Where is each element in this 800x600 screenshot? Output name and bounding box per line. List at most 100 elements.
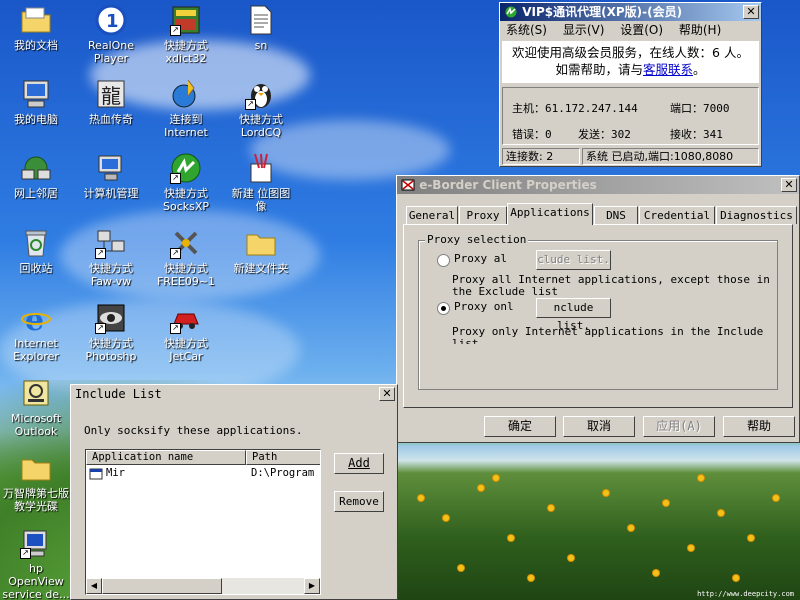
desktop-icon-connect-internet[interactable]: 连接到 Internet: [151, 78, 221, 139]
tab-proxy[interactable]: Proxy: [459, 206, 507, 224]
flower: [773, 495, 779, 501]
vip-window-titlebar[interactable]: VIP$通讯代理(XP版)-(会员) ✕: [500, 3, 761, 21]
include-window-titlebar[interactable]: Include List ✕: [71, 385, 397, 403]
add-button[interactable]: Add: [334, 453, 384, 474]
eborder-window-titlebar[interactable]: e-Border Client Properties ✕: [397, 176, 799, 194]
flower: [568, 555, 574, 561]
desktop-icon-label: 我的电脑: [14, 113, 58, 126]
list-header: Application name Path: [86, 450, 320, 465]
close-icon[interactable]: ✕: [781, 178, 797, 192]
desktop-icon-my-documents[interactable]: 我的文档: [1, 4, 71, 52]
scroll-thumb[interactable]: [102, 578, 222, 594]
tab-diagnostics[interactable]: Diagnostics: [716, 206, 797, 224]
tab-applications[interactable]: Applications: [507, 203, 593, 225]
flower: [663, 500, 669, 506]
shortcut-arrow-icon: ↗: [95, 323, 106, 334]
include-window-title: Include List: [75, 387, 162, 401]
proxy-selection-group: Proxy selection Proxy al clude list. Pro…: [418, 233, 778, 390]
welcome-text: 欢迎使用高级会员服务，在线人数：6 人。 如需帮助，请与: [512, 45, 749, 77]
desktop-icon-magic-cd[interactable]: 万智牌第七版教学光碟: [1, 452, 71, 513]
menu-view[interactable]: 显示(V): [563, 23, 605, 37]
desktop-icon-label: hp OpenView service de...: [2, 562, 70, 600]
column-header-application-name[interactable]: Application name: [86, 450, 246, 465]
desktop-icon-lordcq[interactable]: ↗ 快捷方式 LordCQ: [226, 78, 296, 139]
desktop-icon-label: RealOne Player: [87, 39, 135, 65]
recv-row: 接收：341: [670, 126, 723, 142]
desktop-icon-outlook[interactable]: Microsoft Outlook: [1, 377, 71, 438]
svg-text:龍: 龍: [101, 84, 121, 108]
cancel-button[interactable]: 取消: [563, 416, 635, 437]
radio-proxy-all-label[interactable]: Proxy al: [454, 252, 507, 265]
scroll-left-icon[interactable]: ◀: [86, 578, 102, 594]
radio-proxy-only[interactable]: [437, 302, 450, 315]
desktop-icon-label: sn: [254, 39, 268, 52]
desktop-icon-jetcar[interactable]: ↗ 快捷方式 JetCar: [151, 302, 221, 363]
desktop-icon-my-computer[interactable]: 我的电脑: [1, 78, 71, 126]
desktop-icon-new-folder[interactable]: 新建文件夹: [226, 227, 296, 275]
desktop-icon-sn[interactable]: sn: [226, 4, 296, 52]
desktop-icon-socksxp[interactable]: ↗ 快捷方式 SocksXP: [151, 152, 221, 213]
table-row[interactable]: Mir D:\Program F: [86, 467, 320, 481]
desktop-icon-xdict32[interactable]: ↗ 快捷方式 xdict32: [151, 4, 221, 65]
tab-credential[interactable]: Credential: [639, 206, 715, 224]
help-button[interactable]: 帮助: [723, 416, 795, 437]
include-description: Only socksify these applications.: [84, 424, 303, 437]
desktop-icon-faw-vw[interactable]: ↗ 快捷方式 Faw-vw: [76, 227, 146, 288]
horizontal-scrollbar[interactable]: ◀ ▶: [86, 578, 320, 594]
port-label: 端口：: [670, 102, 703, 115]
host-row: 主机：61.172.247.144: [512, 100, 638, 116]
app-icon: [504, 5, 518, 18]
tab-general[interactable]: General: [406, 206, 458, 224]
port-value: 7000: [703, 102, 730, 115]
flower: [733, 575, 739, 581]
apply-button[interactable]: 应用(A): [643, 416, 715, 437]
ok-button[interactable]: 确定: [484, 416, 556, 437]
host-value: 61.172.247.144: [545, 102, 638, 115]
desktop-icon-internet-explorer[interactable]: e Internet Explorer: [1, 302, 71, 363]
menu-settings[interactable]: 设置(O): [620, 23, 663, 37]
remove-button[interactable]: Remove: [334, 491, 384, 512]
internet-explorer-icon: e: [20, 302, 52, 338]
connect-internet-icon: [170, 78, 202, 110]
desktop-icon-free09[interactable]: ↗ 快捷方式 FREE09~1: [151, 227, 221, 288]
bitmap-paint-icon: [245, 152, 277, 184]
welcome-suffix: 。: [693, 62, 706, 77]
desktop-icon-realone[interactable]: 1 RealOne Player: [76, 4, 146, 65]
desktop-icon-photoshop[interactable]: ↗ 快捷方式 Photoshp: [76, 302, 146, 363]
close-icon[interactable]: ✕: [743, 5, 759, 19]
flower: [603, 490, 609, 496]
desktop-icon-label: Microsoft Outlook: [10, 412, 62, 438]
desktop-icon-recycle-bin[interactable]: 回收站: [1, 227, 71, 275]
application-list[interactable]: Application name Path Mir D:\Program F ◀…: [85, 449, 321, 595]
support-link[interactable]: 客服联系: [643, 62, 693, 77]
flower: [628, 525, 634, 531]
radio-proxy-all[interactable]: [437, 254, 450, 267]
flower: [718, 510, 724, 516]
desktop-icon-label: 回收站: [19, 262, 53, 275]
desktop-icon-network[interactable]: 网上邻居: [1, 152, 71, 200]
scroll-right-icon[interactable]: ▶: [304, 578, 320, 594]
tab-panel-applications: Proxy selection Proxy al clude list. Pro…: [403, 224, 793, 408]
radio-proxy-only-label[interactable]: Proxy onl: [454, 300, 514, 313]
eborder-window-title: e-Border Client Properties: [419, 178, 597, 192]
port-row: 端口：7000: [670, 100, 730, 116]
realone-player-icon: 1: [95, 4, 127, 36]
desktop-icon-legend-of-mir[interactable]: 龍 热血传奇: [76, 78, 146, 126]
desktop-icon-label: 快捷方式 xdict32: [164, 39, 208, 65]
menu-help[interactable]: 帮助(H): [679, 23, 721, 37]
desktop-icon-new-bitmap[interactable]: 新建 位图图像: [226, 152, 296, 213]
column-header-path[interactable]: Path: [246, 450, 320, 465]
include-list-button[interactable]: nclude list.: [536, 298, 611, 332]
vip-menubar: 系统(S) 显示(V) 设置(O) 帮助(H): [500, 21, 761, 39]
flower-field: http://www.deepcity.com: [398, 445, 800, 600]
watermark: http://www.deepcity.com: [697, 590, 794, 598]
desktop-icon-computer-management[interactable]: 计算机管理: [76, 152, 146, 200]
tab-dns[interactable]: DNS: [594, 206, 638, 224]
menu-system[interactable]: 系统(S): [506, 23, 547, 37]
desktop-icon-hp-openview[interactable]: ↗ hp OpenView service de...: [1, 527, 71, 600]
flower: [508, 535, 514, 541]
shortcut-arrow-icon: ↗: [170, 173, 181, 184]
exclude-list-button[interactable]: clude list.: [536, 250, 611, 270]
close-icon[interactable]: ✕: [379, 387, 395, 401]
desktop-icon-label: 新建文件夹: [233, 262, 289, 275]
